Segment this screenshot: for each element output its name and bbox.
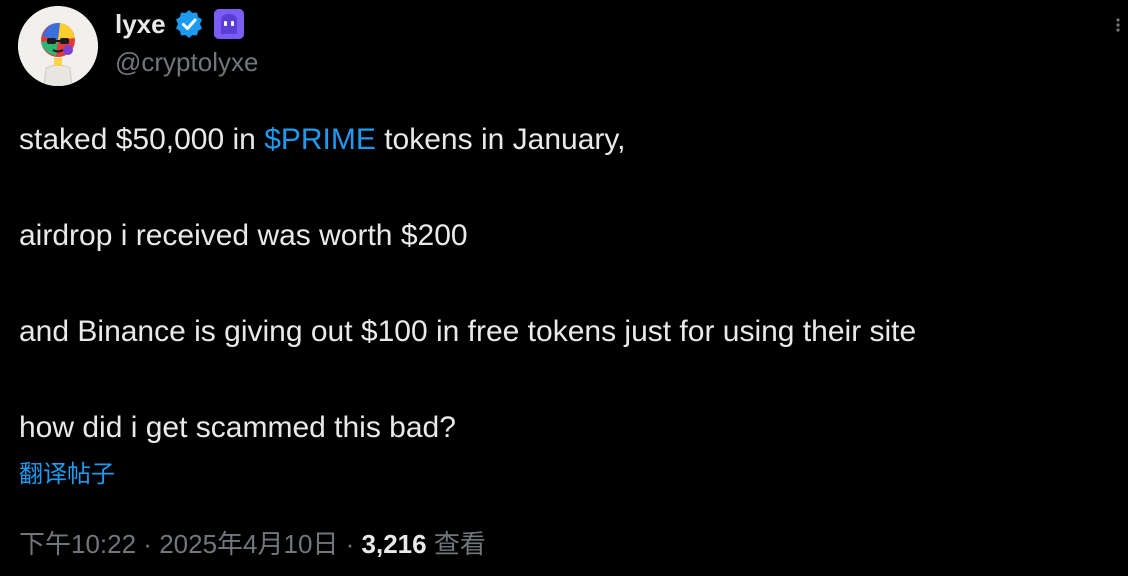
- tweet-meta: 下午10:22 · 2025年4月10日 · 3,216 查看: [19, 526, 486, 562]
- views-count: 3,216: [361, 529, 427, 559]
- tweet-text-segment: tokens in January,: [375, 123, 626, 156]
- verified-badge-icon[interactable]: [173, 8, 205, 40]
- author-handle[interactable]: @cryptolyxe: [115, 47, 258, 78]
- tweet-text-line-1: staked $50,000 in $PRIME tokens in Janua…: [19, 122, 625, 158]
- views-label: 查看: [426, 529, 486, 559]
- avatar[interactable]: [18, 6, 98, 86]
- purple-ghost-badge-icon[interactable]: [213, 9, 244, 39]
- tweet-text-segment: staked $50,000 in: [19, 123, 265, 156]
- author-name-row: lyxe: [115, 6, 244, 42]
- tweet-text-line-3: and Binance is giving out $100 in free t…: [19, 315, 917, 348]
- translate-post-link[interactable]: 翻译帖子: [19, 458, 115, 492]
- cashtag-link[interactable]: $PRIME: [264, 123, 376, 156]
- tweet-text-line-4: how did i get scammed this bad?: [19, 411, 456, 444]
- tweet-time[interactable]: 下午10:22: [19, 529, 136, 559]
- meta-separator: ·: [338, 529, 362, 559]
- author-display-name[interactable]: lyxe: [115, 9, 166, 40]
- nft-avatar-icon: [18, 6, 98, 86]
- meta-separator: ·: [136, 529, 160, 559]
- tweet-text-line-2: airdrop i received was worth $200: [19, 219, 468, 252]
- more-options-icon[interactable]: [1114, 18, 1122, 32]
- tweet-date[interactable]: 2025年4月10日: [159, 529, 338, 559]
